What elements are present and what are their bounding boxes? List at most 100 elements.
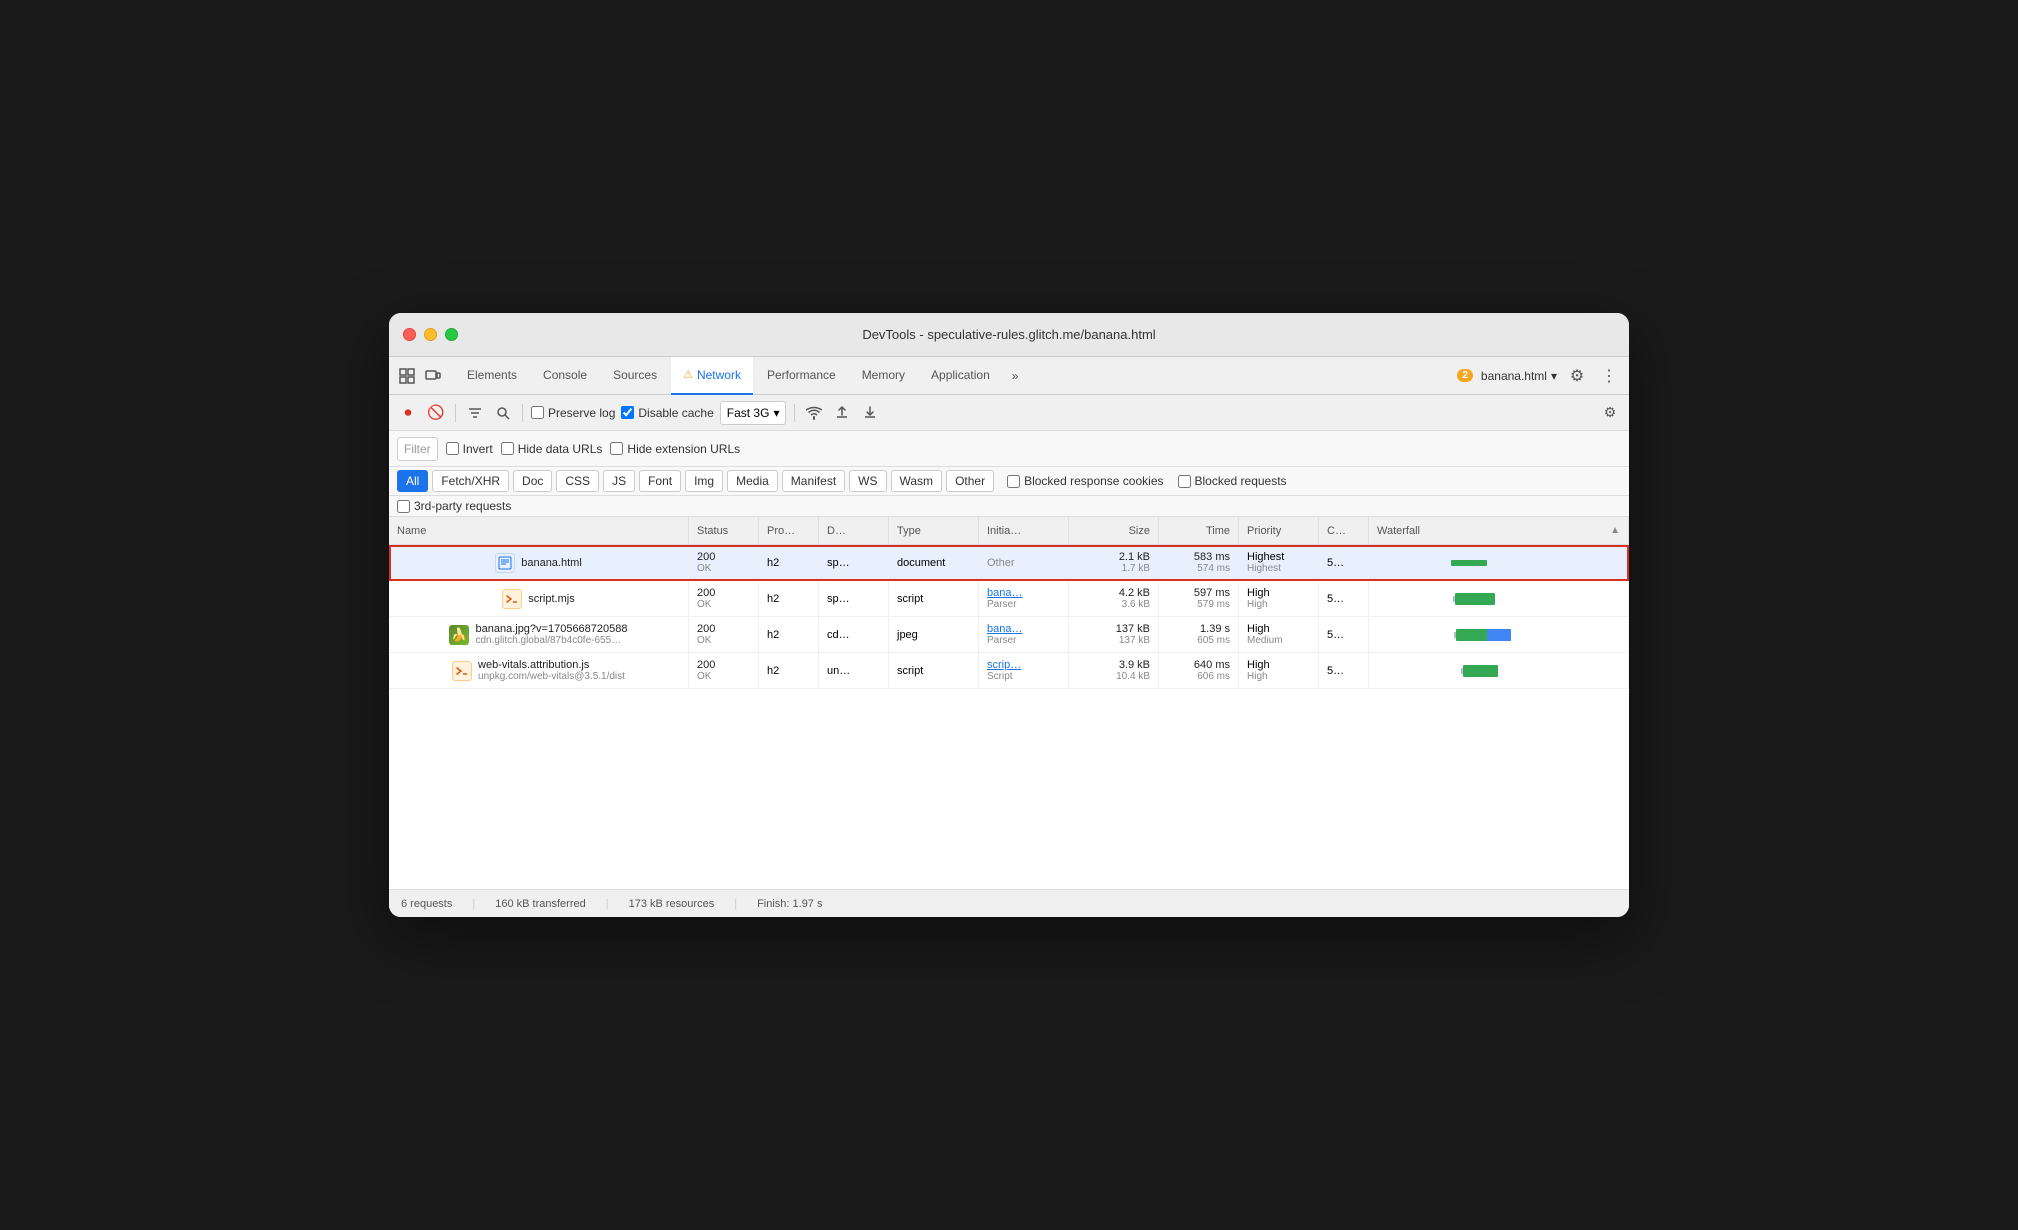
hide-data-urls-label[interactable]: Hide data URLs [501,442,603,456]
tab-application[interactable]: Application [919,357,1002,395]
preserve-log-checkbox[interactable] [531,406,544,419]
type-btn-other[interactable]: Other [946,470,994,492]
th-type[interactable]: Type [889,517,979,544]
table-row[interactable]: 🍌 banana.jpg?v=1705668720588 cdn.glitch.… [389,617,1629,653]
type-btn-css[interactable]: CSS [556,470,599,492]
th-status[interactable]: Status [689,517,759,544]
search-button[interactable] [492,402,514,424]
type-btn-fetch-xhr[interactable]: Fetch/XHR [432,470,509,492]
th-time[interactable]: Time [1159,517,1239,544]
td-initiator-0: Other [979,545,1069,580]
table-row[interactable]: web-vitals.attribution.js unpkg.com/web-… [389,653,1629,689]
td-type-1: script [889,581,979,616]
tab-elements[interactable]: Elements [455,357,529,395]
type-btn-font[interactable]: Font [639,470,681,492]
blocked-response-label[interactable]: Blocked response cookies [1007,474,1163,488]
traffic-lights [403,328,458,341]
resources-size: 173 kB resources [629,898,715,910]
th-initiator[interactable]: Initia… [979,517,1069,544]
filter-toggle-button[interactable] [464,402,486,424]
status-bar: 6 requests | 160 kB transferred | 173 kB… [389,889,1629,917]
th-domain[interactable]: D… [819,517,889,544]
tab-bar-icons [397,366,443,386]
devtools-more-icon[interactable]: ⋮ [1597,364,1621,388]
th-c[interactable]: C… [1319,517,1369,544]
sort-arrow-icon: ▲ [1610,525,1620,536]
td-priority-1: High High [1239,581,1319,616]
minimize-button[interactable] [424,328,437,341]
td-status-1: 200 OK [689,581,759,616]
clear-button[interactable]: 🚫 [425,402,447,424]
td-c-1: 5… [1319,581,1369,616]
td-initiator-3: scrip… Script [979,653,1069,688]
throttle-selector[interactable]: Fast 3G ▾ [720,401,787,425]
type-btn-wasm[interactable]: Wasm [891,470,943,492]
file-icon-html [495,553,515,573]
type-btn-media[interactable]: Media [727,470,778,492]
third-party-checkbox[interactable] [397,500,410,513]
filter-bar: Filter Invert Hide data URLs Hide extens… [389,431,1629,467]
close-button[interactable] [403,328,416,341]
maximize-button[interactable] [445,328,458,341]
th-priority[interactable]: Priority [1239,517,1319,544]
td-initiator-1: bana… Parser [979,581,1069,616]
third-party-label[interactable]: 3rd-party requests [397,499,511,513]
title-bar: DevTools - speculative-rules.glitch.me/b… [389,313,1629,357]
blocked-requests-checkbox[interactable] [1178,475,1191,488]
waterfall-bar-0 [1449,556,1549,570]
td-status-2: 200 OK [689,617,759,652]
filter-placeholder: Filter [404,442,431,456]
download-icon[interactable] [859,402,881,424]
hide-extension-urls-label[interactable]: Hide extension URLs [610,442,740,456]
th-name[interactable]: Name [389,517,689,544]
td-type-2: jpeg [889,617,979,652]
device-toggle-icon[interactable] [423,366,443,386]
table-row[interactable]: banana.html 200 OK h2 sp… document Other [389,545,1629,581]
tab-console[interactable]: Console [531,357,599,395]
disable-cache-checkbox[interactable] [621,406,634,419]
page-selector[interactable]: banana.html ▾ [1481,369,1557,383]
blocked-response-checkbox[interactable] [1007,475,1020,488]
empty-space [389,689,1629,889]
type-btn-doc[interactable]: Doc [513,470,552,492]
td-name-0: banana.html [389,545,689,580]
record-stop-button[interactable]: ⏺ [397,402,419,424]
hide-data-urls-checkbox[interactable] [501,442,514,455]
wifi-icon[interactable] [803,402,825,424]
hide-extension-urls-checkbox[interactable] [610,442,623,455]
filter-input-container[interactable]: Filter [397,437,438,461]
td-priority-2: High Medium [1239,617,1319,652]
tab-sources[interactable]: Sources [601,357,669,395]
upload-icon[interactable] [831,402,853,424]
invert-checkbox[interactable] [446,442,459,455]
tab-performance[interactable]: Performance [755,357,848,395]
type-btn-all[interactable]: All [397,470,428,492]
type-btn-ws[interactable]: WS [849,470,886,492]
invert-label[interactable]: Invert [446,442,493,456]
blocked-requests-label[interactable]: Blocked requests [1178,474,1287,488]
file-icon-js-3 [452,661,472,681]
type-btn-img[interactable]: Img [685,470,723,492]
type-btn-js[interactable]: JS [603,470,635,492]
devtools-settings-icon[interactable]: ⚙ [1565,364,1589,388]
requests-count: 6 requests [401,898,452,910]
disable-cache-label[interactable]: Disable cache [621,406,713,420]
td-time-1: 597 ms 579 ms [1159,581,1239,616]
tab-memory[interactable]: Memory [850,357,917,395]
th-protocol[interactable]: Pro… [759,517,819,544]
td-initiator-2: bana… Parser [979,617,1069,652]
td-name-2: 🍌 banana.jpg?v=1705668720588 cdn.glitch.… [389,617,689,652]
inspect-icon[interactable] [397,366,417,386]
toolbar-sep-3 [794,404,795,422]
filename-container-3: web-vitals.attribution.js unpkg.com/web-… [478,659,625,682]
th-size[interactable]: Size [1069,517,1159,544]
tab-network[interactable]: ⚠ Network [671,357,753,395]
td-time-3: 640 ms 606 ms [1159,653,1239,688]
tab-more-button[interactable]: » [1004,369,1027,383]
network-settings-icon[interactable]: ⚙ [1599,402,1621,424]
type-btn-manifest[interactable]: Manifest [782,470,845,492]
th-waterfall[interactable]: Waterfall ▲ [1369,517,1629,544]
table-row[interactable]: script.mjs 200 OK h2 sp… script bana… Pa [389,581,1629,617]
toolbar-sep-2 [522,404,523,422]
preserve-log-label[interactable]: Preserve log [531,406,615,420]
